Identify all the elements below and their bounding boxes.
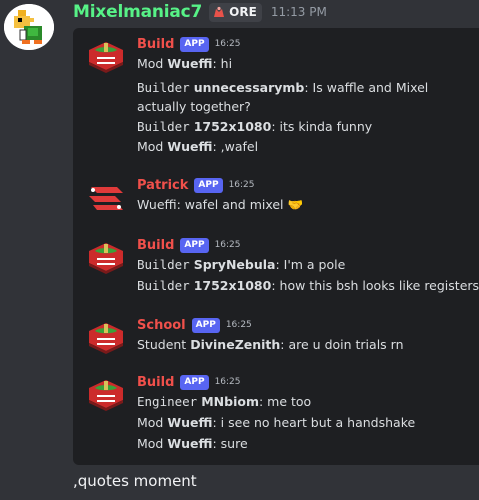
build-server-logo-icon — [89, 42, 123, 73]
user-role: Engineer — [137, 394, 198, 409]
user-role: Builder — [137, 257, 190, 272]
message-time: 16:25 — [225, 320, 252, 330]
line-text: : i see no heart but a handshake — [212, 415, 416, 430]
chat-line: Mod Wueffi: ,wafel — [137, 137, 475, 157]
username: Wueffi — [167, 415, 213, 430]
build-server-logo-icon — [89, 243, 123, 274]
timestamp: 11:13 PM — [270, 5, 327, 19]
ore-tag-icon — [214, 6, 225, 17]
message-text: ,quotes moment — [73, 472, 197, 490]
chat-line: Builder SpryNebula: I'm a pole — [137, 255, 475, 275]
username: MNbiom — [201, 394, 259, 409]
chat-line: Engineer MNbiom: me too — [137, 392, 475, 412]
chat-line: Mod Wueffi: i see no heart but a handshak… — [137, 413, 475, 433]
chat-line: Wueffi: wafel and mixel 🤝 — [137, 195, 475, 215]
username: Wueffi — [167, 139, 213, 154]
author-name[interactable]: Mixelmaniac7 — [73, 2, 202, 22]
pixel-koopa-icon — [4, 4, 54, 50]
user-role: Builder — [137, 278, 190, 293]
message-header: School APP 16:25 — [137, 315, 252, 335]
user-role: Mod — [137, 436, 164, 451]
chat-line: Builder unnecessarymb: Is waffle and Mixe… — [137, 78, 475, 116]
build-server-logo-icon — [89, 380, 123, 411]
chat-line: Mod Wueffi: sure — [137, 434, 475, 454]
bot-name[interactable]: Patrick — [137, 178, 188, 193]
chat-line: Student DivineZenith: are u doin trials r… — [137, 335, 475, 355]
username: Wueffi — [167, 56, 213, 71]
school-server-logo-icon — [89, 323, 123, 354]
message-time: 16:25 — [214, 377, 241, 387]
user-role: Mod — [137, 139, 164, 154]
app-badge: APP — [180, 374, 209, 390]
clan-tag-badge[interactable]: ORE — [209, 2, 262, 22]
clan-tag-label: ORE — [229, 5, 257, 19]
line-text: : ,wafel — [212, 139, 259, 154]
user-role: Builder — [137, 119, 190, 134]
username: 1752x1080 — [193, 278, 272, 293]
bot-name[interactable]: Build — [137, 37, 174, 52]
username: Wueffi — [167, 436, 213, 451]
username: DivineZenith — [190, 337, 281, 352]
message-time: 16:25 — [228, 180, 255, 190]
message-header: Patrick APP 16:25 — [137, 175, 255, 195]
bot-name[interactable]: Build — [137, 238, 174, 253]
line-text: : sure — [212, 436, 248, 451]
username: 1752x1080 — [193, 119, 272, 134]
app-badge: APP — [194, 177, 223, 193]
patrick-logo-icon — [89, 187, 123, 210]
app-badge: APP — [180, 237, 209, 253]
message-time: 16:25 — [214, 39, 241, 49]
quoted-messages-embed: Build APP 16:25 Mod Wueffi: hi Builder unn… — [73, 28, 479, 465]
user-role: Builder — [137, 80, 190, 95]
chat-line: Builder 1752x1080: its kinda funny — [137, 117, 475, 137]
bot-name[interactable]: School — [137, 318, 186, 333]
chat-line: Builder 1752x1080: how this bsh looks lik… — [137, 276, 479, 296]
line-text: : hi — [212, 56, 233, 71]
app-badge: APP — [180, 36, 209, 52]
line-text: : how this bsh looks like registers — [271, 278, 479, 293]
message-header: Mixelmaniac7 ORE 11:13 PM — [73, 1, 327, 23]
message-header: Build APP 16:25 — [137, 235, 241, 255]
message-header: Build APP 16:25 — [137, 372, 241, 392]
app-badge: APP — [191, 317, 220, 333]
user-role: Mod — [137, 56, 164, 71]
message-header: Build APP 16:25 — [137, 34, 241, 54]
line-text: Wueffi: wafel and mixel 🤝 — [137, 197, 304, 212]
user-role: Student — [137, 337, 187, 352]
line-text: : are u doin trials rn — [280, 337, 404, 352]
author-avatar[interactable] — [4, 4, 54, 50]
line-text: : I'm a pole — [275, 257, 346, 272]
user-role: Mod — [137, 415, 164, 430]
line-text: : me too — [258, 394, 312, 409]
line-text: : its kinda funny — [271, 119, 373, 134]
chat-line: Mod Wueffi: hi — [137, 54, 475, 74]
username: SpryNebula — [193, 257, 276, 272]
username: unnecessarymb — [193, 80, 305, 95]
bot-name[interactable]: Build — [137, 375, 174, 390]
message-time: 16:25 — [214, 240, 241, 250]
